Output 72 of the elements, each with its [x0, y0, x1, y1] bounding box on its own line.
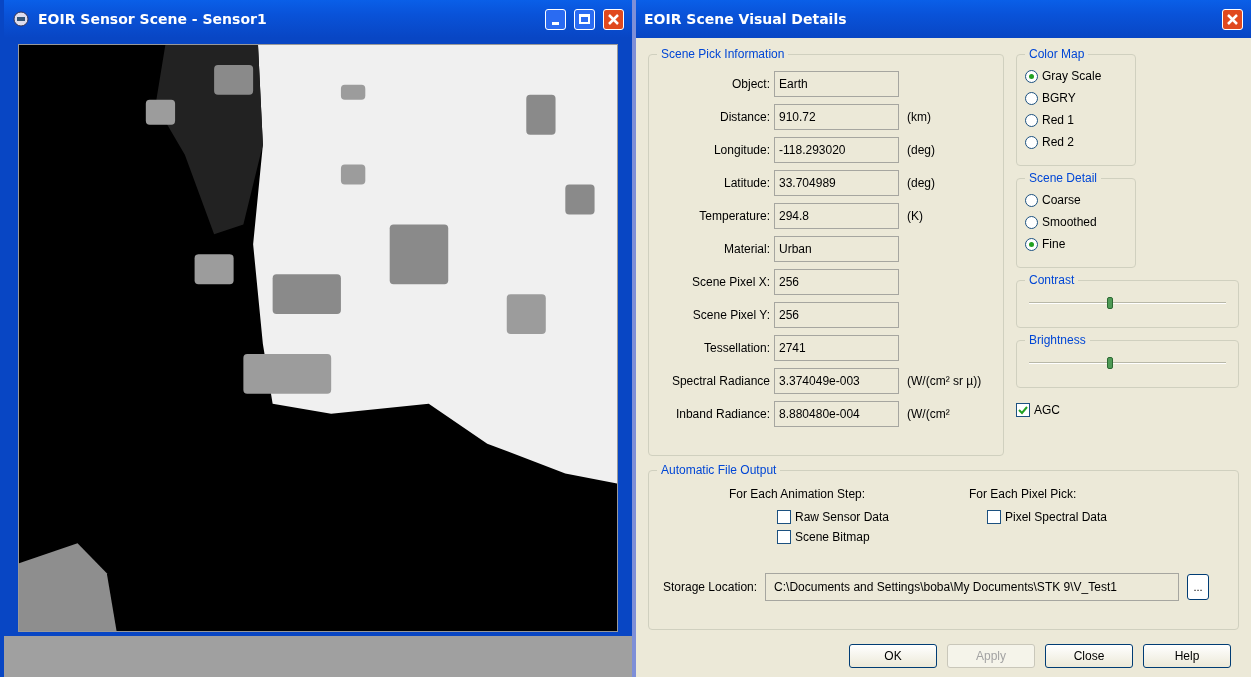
- field-label: Temperature:: [698, 208, 771, 225]
- field-label: Scene Pixel X:: [690, 274, 771, 291]
- field-label: Latitude:: [722, 175, 771, 192]
- radio-button[interactable]: [1025, 91, 1038, 105]
- slider-thumb[interactable]: [1106, 357, 1113, 369]
- radio-button[interactable]: [1025, 69, 1038, 83]
- value-field[interactable]: 3.374049e-003: [774, 368, 899, 394]
- field-label: Spectral Radiance: [670, 373, 771, 390]
- checkbox-label: Raw Sensor Data: [795, 509, 890, 526]
- storage-location-field[interactable]: C:\Documents and Settings\boba\My Documents\STK 9\V_Test1: [765, 573, 1180, 601]
- radio-label: Gray Scale: [1042, 68, 1102, 85]
- close-button[interactable]: [603, 8, 624, 30]
- unit-label: (W/(cm²: [906, 406, 950, 423]
- value-field[interactable]: 256: [774, 269, 899, 295]
- radio-label: Coarse: [1042, 192, 1081, 209]
- field-label: Inband Radiance:: [674, 406, 771, 423]
- radio-button[interactable]: [1025, 237, 1038, 251]
- value-field[interactable]: 910.72: [774, 104, 899, 130]
- group-title: Automatic File Output: [657, 462, 781, 478]
- window-title: EOIR Sensor Scene - Sensor1: [38, 9, 268, 29]
- group-title: Brightness: [1025, 332, 1090, 348]
- radio-label: BGRY: [1042, 90, 1076, 107]
- value-field[interactable]: 2741: [774, 335, 899, 361]
- checkbox[interactable]: [777, 510, 791, 524]
- browse-button[interactable]: ...: [1187, 574, 1210, 600]
- unit-label: (K): [906, 208, 923, 225]
- value-field[interactable]: 294.8: [774, 203, 899, 229]
- value-field[interactable]: 33.704989: [774, 170, 899, 196]
- unit-label: (W/(cm² sr µ)): [906, 373, 982, 390]
- checkbox-label: Pixel Spectral Data: [1005, 509, 1108, 526]
- slider[interactable]: [1029, 297, 1226, 309]
- field-label: Tessellation:: [702, 340, 771, 357]
- value-field[interactable]: Earth: [774, 71, 899, 97]
- window-title: EOIR Scene Visual Details: [644, 9, 848, 29]
- unit-label: (deg): [906, 175, 935, 192]
- field-label: Longitude:: [712, 142, 771, 159]
- field-label: Scene Pixel Y:: [691, 307, 771, 324]
- dialog-button[interactable]: OK: [849, 644, 937, 668]
- checkbox[interactable]: [1016, 403, 1030, 417]
- radio-label: Smoothed: [1042, 214, 1097, 231]
- slider[interactable]: [1029, 357, 1226, 369]
- slider-thumb[interactable]: [1106, 297, 1113, 309]
- radio-label: Fine: [1042, 236, 1066, 253]
- dialog-button[interactable]: Close: [1045, 644, 1133, 668]
- checkbox[interactable]: [987, 510, 1001, 524]
- checkbox-label: AGC: [1034, 402, 1060, 419]
- field-label: Storage Location:: [663, 579, 758, 596]
- field-label: Material:: [723, 241, 771, 258]
- check-icon: [1018, 405, 1028, 415]
- radio-label: Red 2: [1042, 134, 1075, 151]
- radio-button[interactable]: [1025, 215, 1038, 229]
- radio-label: Red 1: [1042, 112, 1075, 129]
- value-field[interactable]: 8.880480e-004: [774, 401, 899, 427]
- field-label: Object:: [731, 76, 771, 93]
- close-button[interactable]: [1222, 8, 1243, 30]
- checkbox-label: Scene Bitmap: [795, 529, 870, 546]
- unit-label: (deg): [906, 142, 935, 159]
- value-field[interactable]: 256: [774, 302, 899, 328]
- group-title: Color Map: [1025, 46, 1089, 62]
- value-field[interactable]: -118.293020: [774, 137, 899, 163]
- maximize-button[interactable]: [574, 8, 595, 30]
- dialog-button[interactable]: Help: [1143, 644, 1231, 668]
- field-label: Distance:: [718, 109, 771, 126]
- unit-label: (km): [906, 109, 931, 126]
- column-heading: For Each Animation Step:: [729, 486, 867, 503]
- checkbox[interactable]: [777, 530, 791, 544]
- minimize-button[interactable]: [545, 8, 566, 30]
- value-field[interactable]: Urban: [774, 236, 899, 262]
- radio-button[interactable]: [1025, 113, 1038, 127]
- column-heading: For Each Pixel Pick:: [969, 486, 1078, 503]
- radio-button[interactable]: [1025, 193, 1038, 207]
- radio-button[interactable]: [1025, 135, 1038, 149]
